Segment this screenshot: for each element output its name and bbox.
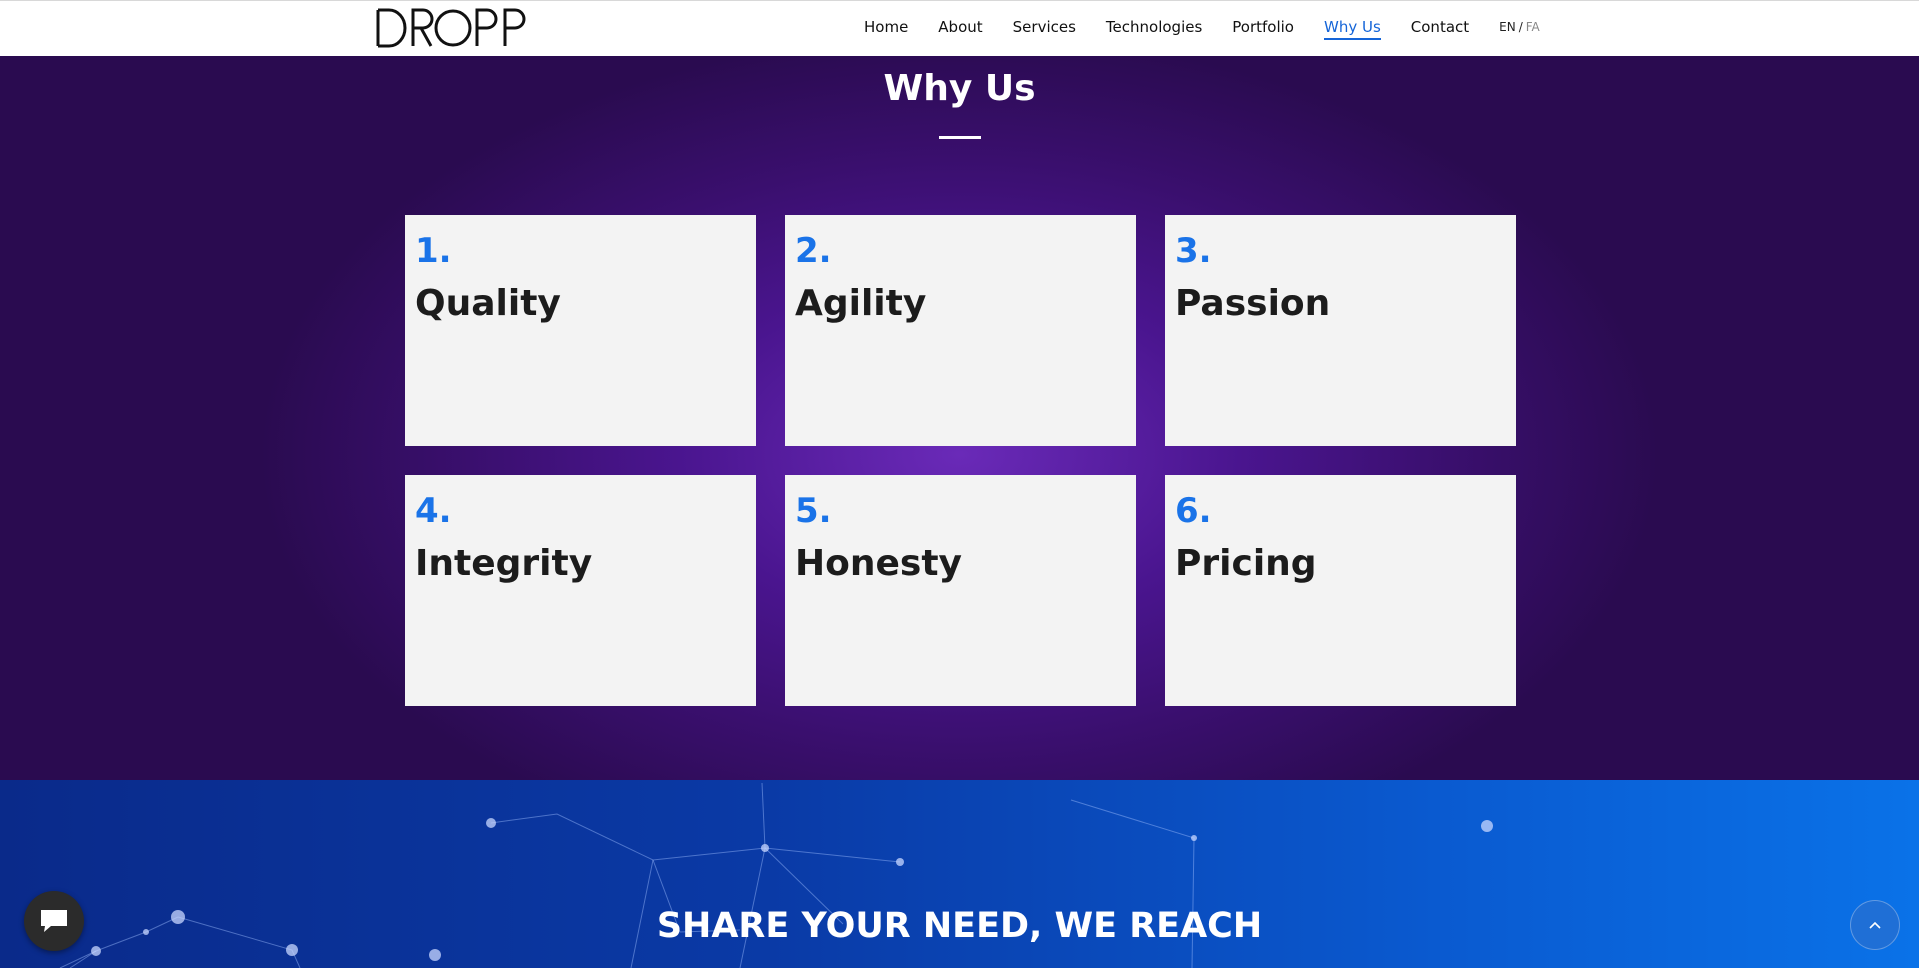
card-title: Honesty bbox=[795, 543, 963, 584]
share-need-section: SHARE YOUR NEED, WE REACH bbox=[0, 780, 1919, 968]
card-number: 4. bbox=[415, 491, 452, 531]
card-number: 2. bbox=[795, 231, 832, 271]
site-header: Home About Services Technologies Portfol… bbox=[0, 0, 1919, 56]
card-title: Integrity bbox=[415, 543, 593, 584]
feature-card-quality: 1. Quality bbox=[405, 215, 756, 446]
title-underline bbox=[939, 136, 981, 139]
nav-technologies[interactable]: Technologies bbox=[1106, 18, 1202, 36]
feature-card-pricing: 6. Pricing bbox=[1165, 475, 1516, 706]
nav-services[interactable]: Services bbox=[1013, 18, 1076, 36]
card-number: 3. bbox=[1175, 231, 1212, 271]
feature-card-passion: 3. Passion bbox=[1165, 215, 1516, 446]
chevron-up-icon bbox=[1869, 921, 1881, 929]
language-switcher: EN / FA bbox=[1499, 20, 1540, 34]
back-to-top-button[interactable] bbox=[1850, 900, 1900, 950]
card-number: 6. bbox=[1175, 491, 1212, 531]
card-title: Agility bbox=[795, 283, 927, 324]
nav-why-us[interactable]: Why Us bbox=[1324, 18, 1381, 40]
nav-contact[interactable]: Contact bbox=[1411, 18, 1469, 36]
why-us-section: Why Us 1. Quality 2. Agility 3. Passion … bbox=[0, 56, 1919, 780]
section-title: Why Us bbox=[883, 68, 1036, 109]
card-number: 1. bbox=[415, 231, 452, 271]
card-title: Pricing bbox=[1175, 543, 1317, 584]
feature-card-integrity: 4. Integrity bbox=[405, 475, 756, 706]
main-nav: Home About Services Technologies Portfol… bbox=[864, 1, 1540, 53]
lang-fa[interactable]: FA bbox=[1526, 20, 1540, 34]
nav-about[interactable]: About bbox=[938, 18, 982, 36]
nav-home[interactable]: Home bbox=[864, 18, 908, 36]
share-title: SHARE YOUR NEED, WE REACH bbox=[656, 906, 1263, 946]
feature-card-agility: 2. Agility bbox=[785, 215, 1136, 446]
dropp-logo[interactable] bbox=[375, 7, 535, 49]
chat-button[interactable] bbox=[24, 891, 84, 951]
lang-separator: / bbox=[1518, 20, 1523, 34]
card-title: Quality bbox=[415, 283, 561, 324]
feature-card-honesty: 5. Honesty bbox=[785, 475, 1136, 706]
nav-portfolio[interactable]: Portfolio bbox=[1232, 18, 1294, 36]
card-title: Passion bbox=[1175, 283, 1331, 324]
chat-bubble-icon bbox=[41, 910, 67, 932]
card-number: 5. bbox=[795, 491, 832, 531]
lang-en[interactable]: EN bbox=[1499, 20, 1516, 34]
